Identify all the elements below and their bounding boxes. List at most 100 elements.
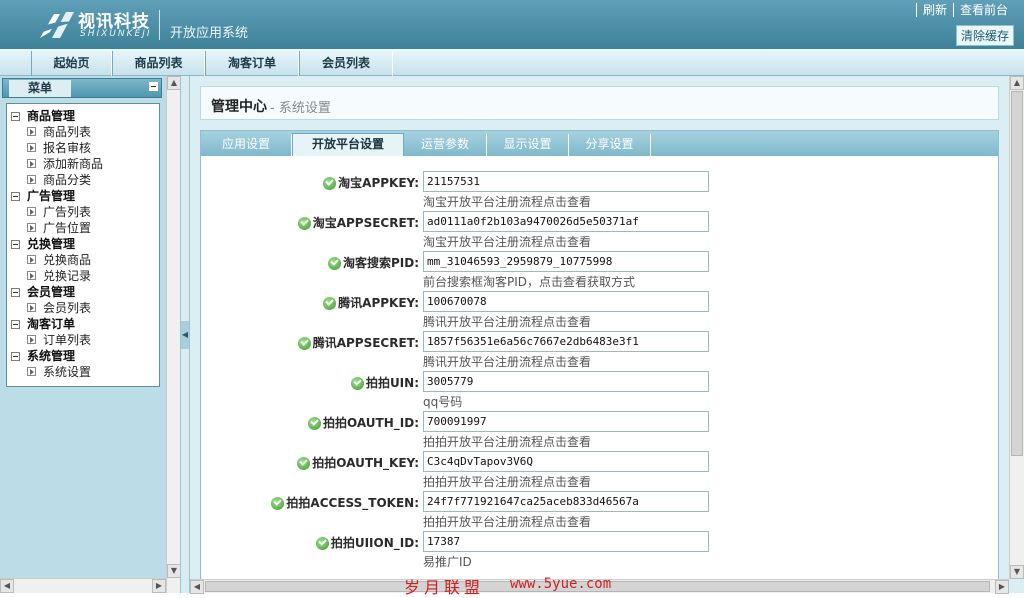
arrow-box-icon (27, 127, 36, 136)
menu-item-add-product[interactable]: 添加新商品 (7, 156, 159, 172)
field-hint: qq号码 (423, 395, 463, 409)
nav-taoke-orders[interactable]: 淘客订单 (205, 51, 299, 76)
menu-group-exchange[interactable]: 兑换管理 (7, 236, 159, 252)
main-vertical-scrollbar[interactable]: ▲ ▼ (1009, 76, 1024, 579)
sidebar-splitter[interactable]: ◀ (180, 76, 190, 593)
menu-item-ad-list[interactable]: 广告列表 (7, 204, 159, 220)
field-hint[interactable]: 拍拍开放平台注册流程点击查看 (423, 433, 591, 450)
form-row: 淘宝APPKEY: 21157531 淘宝开放平台注册流程点击查看 (205, 171, 994, 211)
taobao-appkey-input[interactable]: 21157531 (423, 171, 709, 192)
menu-item-exchange-records[interactable]: 兑换记录 (7, 268, 159, 284)
minus-box-icon[interactable] (11, 112, 20, 121)
menu-item-member-list[interactable]: 会员列表 (7, 300, 159, 316)
menu-group-ads[interactable]: 广告管理 (7, 188, 159, 204)
field-label: 拍拍ACCESS_TOKEN: (271, 494, 419, 511)
minus-box-icon[interactable] (11, 320, 20, 329)
field-label: 腾讯APPSECRET: (297, 334, 419, 351)
field-hint[interactable]: 腾讯开放平台注册流程点击查看 (423, 353, 591, 370)
minus-box-icon[interactable] (11, 192, 20, 201)
arrow-box-icon (27, 255, 36, 264)
arrow-box-icon (27, 159, 36, 168)
scroll-up-icon[interactable]: ▲ (167, 76, 181, 90)
field-label: 淘宝APPSECRET: (297, 214, 419, 231)
field-hint[interactable]: 淘宝开放平台注册流程点击查看 (423, 233, 591, 250)
menu-group-taoke-orders[interactable]: 淘客订单 (7, 316, 159, 332)
taoke-search-pid-input[interactable]: mm_31046593_2959879_10775998 (423, 251, 709, 272)
field-label: 拍拍UIN: (350, 374, 419, 391)
field-label: 拍拍OAUTH_ID: (308, 414, 419, 431)
form-row: 腾讯APPSECRET: 1857f56351e6a56c7667e2db648… (205, 331, 994, 371)
tab-display-settings[interactable]: 显示设置 (487, 134, 569, 156)
scroll-left-icon[interactable]: ◀ (0, 579, 14, 593)
minus-box-icon[interactable] (11, 352, 20, 361)
tencent-appkey-input[interactable]: 100670078 (423, 291, 709, 312)
paipai-uin-input[interactable]: 3005779 (423, 371, 709, 392)
nav-product-list[interactable]: 商品列表 (112, 51, 205, 76)
menu-item-signup-review[interactable]: 报名审核 (7, 140, 159, 156)
menu-item-order-list[interactable]: 订单列表 (7, 332, 159, 348)
menu-group-product[interactable]: 商品管理 (7, 108, 159, 124)
field-hint[interactable]: 腾讯开放平台注册流程点击查看 (423, 313, 591, 330)
form-row: 拍拍OAUTH_KEY: C3c4qDvTapov3V6Q 拍拍开放平台注册流程… (205, 451, 994, 491)
paipai-oauth-key-input[interactable]: C3c4qDvTapov3V6Q (423, 451, 709, 472)
tab-app-settings[interactable]: 应用设置 (201, 134, 292, 156)
sidebar-vertical-scrollbar[interactable]: ▲ ▼ (166, 76, 181, 593)
check-icon (297, 457, 311, 470)
menu-item-product-category[interactable]: 商品分类 (7, 172, 159, 188)
menu-item-exchange-goods[interactable]: 兑换商品 (7, 252, 159, 268)
form-row: 腾讯APPKEY: 100670078 腾讯开放平台注册流程点击查看 (205, 291, 994, 331)
arrow-box-icon (27, 367, 36, 376)
taobao-appsecret-input[interactable]: ad0111a0f2b103a9470026d5e50371af (423, 211, 709, 232)
check-icon (327, 257, 341, 270)
minus-box-icon[interactable] (11, 288, 20, 297)
scroll-down-icon[interactable]: ▼ (1010, 565, 1024, 579)
menu-title: 菜单 (9, 80, 71, 97)
header-divider (159, 10, 160, 40)
minus-box-icon[interactable] (11, 240, 20, 249)
scroll-right-icon[interactable]: ▶ (995, 580, 1009, 594)
view-frontend-link[interactable]: 查看前台 (952, 3, 1014, 17)
menu-item-ad-position[interactable]: 广告位置 (7, 220, 159, 236)
breadcrumb-sub: - 系统设置 (270, 101, 331, 116)
refresh-link[interactable]: 刷新 (915, 3, 953, 17)
field-hint[interactable]: 拍拍开放平台注册流程点击查看 (423, 473, 591, 490)
paipai-access-token-input[interactable]: 24f7f771921647ca25aceb833d46567a (423, 491, 709, 512)
settings-panel: 应用设置 开放平台设置 运营参数 显示设置 分享设置 淘宝APPKEY: 211… (200, 130, 999, 594)
arrow-box-icon (27, 207, 36, 216)
clear-cache-button[interactable]: 清除缓存 (955, 25, 1014, 46)
sidebar: 菜单 商品管理 商品列表 报名审核 添加新商品 商品分类 广告管理 广告列表 广… (0, 76, 181, 593)
nav-start-page[interactable]: 起始页 (31, 51, 112, 76)
collapse-icon[interactable] (149, 82, 158, 91)
check-icon (315, 537, 329, 550)
paipai-union-id-input[interactable]: 17387 (423, 531, 709, 552)
check-icon (323, 177, 337, 190)
form-row: 拍拍UIN: 3005779 qq号码 (205, 371, 994, 411)
tencent-appsecret-input[interactable]: 1857f56351e6a56c7667e2db6483e3f1 (423, 331, 709, 352)
tab-share-settings[interactable]: 分享设置 (569, 134, 651, 156)
menu-item-product-list[interactable]: 商品列表 (7, 124, 159, 140)
field-hint[interactable]: 前台搜索框淘客PID，点击查看获取方式 (423, 273, 635, 290)
nav-member-list[interactable]: 会员列表 (299, 51, 393, 76)
arrow-box-icon (27, 223, 36, 232)
paipai-oauth-id-input[interactable]: 700091997 (423, 411, 709, 432)
sidebar-horizontal-scrollbar[interactable]: ◀ ▶ (0, 578, 166, 593)
field-hint[interactable]: 淘宝开放平台注册流程点击查看 (423, 193, 591, 210)
scroll-down-icon[interactable]: ▼ (167, 564, 181, 578)
menu-item-system-settings[interactable]: 系统设置 (7, 364, 159, 380)
tab-bar: 应用设置 开放平台设置 运营参数 显示设置 分享设置 (201, 131, 998, 156)
menu-group-system[interactable]: 系统管理 (7, 348, 159, 364)
menu-group-members[interactable]: 会员管理 (7, 284, 159, 300)
field-hint[interactable]: 拍拍开放平台注册流程点击查看 (423, 513, 591, 530)
check-icon (297, 337, 311, 350)
scroll-up-icon[interactable]: ▲ (1010, 76, 1024, 90)
scroll-thumb[interactable] (1011, 91, 1023, 456)
scroll-right-icon[interactable]: ▶ (152, 579, 166, 593)
collapse-left-icon[interactable]: ◀ (181, 321, 189, 349)
form-row: 淘宝APPSECRET: ad0111a0f2b103a9470026d5e50… (205, 211, 994, 251)
scroll-left-icon[interactable]: ◀ (190, 580, 204, 594)
app-header: 视讯科技 SHIXUNKEJI 开放应用系统 刷新 查看前台 清除缓存 (0, 0, 1024, 49)
arrow-box-icon (27, 175, 36, 184)
form-row: 拍拍UIION_ID: 17387 易推广ID (205, 531, 994, 571)
tab-open-platform[interactable]: 开放平台设置 (292, 133, 404, 156)
tab-operation-params[interactable]: 运营参数 (404, 134, 487, 156)
